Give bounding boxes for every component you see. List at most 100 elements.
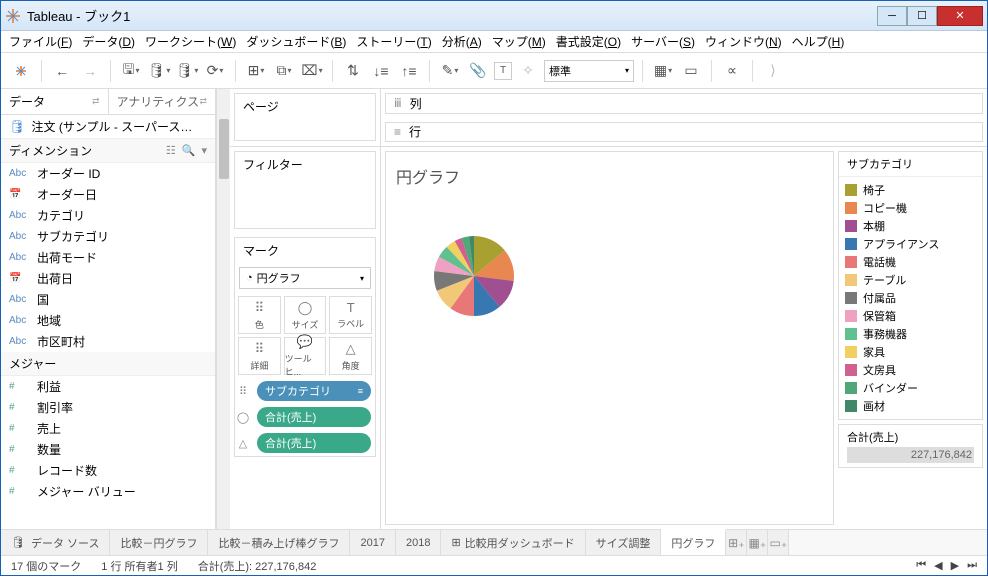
measure-4[interactable]: #レコード数 [1, 460, 215, 481]
measure-0[interactable]: #利益 [1, 376, 215, 397]
group-button[interactable]: 📎 [466, 59, 490, 83]
sheet-tab-4[interactable]: 2018 [396, 530, 441, 555]
menu-icon[interactable]: ▾ [201, 144, 207, 157]
back-button[interactable]: ← [50, 59, 74, 83]
pin-button[interactable]: ✧ [516, 59, 540, 83]
pause-updates-button[interactable]: 🛢▾ [175, 59, 199, 83]
status-nav-next[interactable]: ▶ [951, 559, 959, 572]
measure-2[interactable]: #売上 [1, 418, 215, 439]
pill-menu-icon[interactable]: ≡ [358, 386, 363, 396]
measure-5[interactable]: #メジャー バリュー [1, 481, 215, 502]
data-tab[interactable]: データ⇄ [1, 89, 108, 114]
measure-1[interactable]: #割引率 [1, 397, 215, 418]
sheet-tab-3[interactable]: 2017 [350, 530, 395, 555]
viz-title[interactable]: 円グラフ [394, 160, 825, 196]
swap-button[interactable]: ⇅ [341, 59, 365, 83]
rows-shelf[interactable]: ≡ 行 [385, 122, 983, 143]
highlight-button[interactable]: ✎▾ [438, 59, 462, 83]
marks-label-button[interactable]: T [494, 62, 512, 80]
legend-item-4[interactable]: 電話機 [843, 253, 978, 271]
forward-button[interactable]: → [78, 59, 102, 83]
sheet-tab-2[interactable]: 比較－積み上げ棒グラフ [208, 530, 350, 555]
pill-1[interactable]: 合計(売上) [257, 407, 371, 427]
new-story-icon[interactable]: ▭₊ [768, 530, 789, 555]
dimension-7[interactable]: Abc地域 [1, 310, 215, 331]
legend-item-0[interactable]: 椅子 [843, 181, 978, 199]
columns-shelf[interactable]: ⅲ 列 [385, 93, 983, 114]
maximize-button[interactable]: ☐ [907, 6, 937, 26]
minimize-button[interactable]: ─ [877, 6, 907, 26]
show-me-button[interactable]: ⟩ [761, 59, 785, 83]
legend-list[interactable]: 椅子コピー機本棚アプライアンス電話機テーブル付属品保管箱事務機器家具文房具バイン… [839, 177, 982, 419]
menu-item-2[interactable]: ワークシート(W) [145, 33, 236, 50]
refresh-button[interactable]: ⟳▾ [203, 59, 227, 83]
mark-cell-label[interactable]: Tラベル [329, 296, 372, 334]
pill-0[interactable]: サブカテゴリ≡ [257, 381, 371, 401]
menu-item-4[interactable]: ストーリー(T) [356, 33, 431, 50]
legend-item-2[interactable]: 本棚 [843, 217, 978, 235]
legend-item-10[interactable]: 文房具 [843, 361, 978, 379]
menu-item-5[interactable]: 分析(A) [442, 33, 482, 50]
sheet-tab-7[interactable]: 円グラフ [661, 529, 726, 555]
presentation-mode-button[interactable]: ▭ [679, 59, 703, 83]
clear-button[interactable]: ⌧▾ [300, 59, 324, 83]
dimension-1[interactable]: 📅オーダー日 [1, 184, 215, 205]
fit-select[interactable]: 標準▾ [544, 60, 634, 82]
sheet-tab-5[interactable]: ⊞比較用ダッシュボード [441, 530, 585, 555]
menu-item-8[interactable]: サーバー(S) [631, 33, 695, 50]
legend-item-12[interactable]: 画材 [843, 397, 978, 415]
dimension-4[interactable]: Abc出荷モード [1, 247, 215, 268]
sheet-tab-1[interactable]: 比較－円グラフ [110, 530, 208, 555]
show-cards-button[interactable]: ▦▾ [651, 59, 675, 83]
dimension-8[interactable]: Abc市区町村 [1, 331, 215, 352]
mark-cell-angle[interactable]: △角度 [329, 337, 372, 375]
status-nav-last[interactable]: ⏭ [967, 559, 977, 572]
mark-cell-color[interactable]: ⠿色 [238, 296, 281, 334]
legend-item-7[interactable]: 保管箱 [843, 307, 978, 325]
mark-cell-tooltip[interactable]: 💬ツールヒ... [284, 337, 327, 375]
duplicate-button[interactable]: ⧉▾ [272, 59, 296, 83]
menu-item-7[interactable]: 書式設定(O) [556, 33, 621, 50]
pill-2[interactable]: 合計(売上) [257, 433, 371, 453]
dimension-0[interactable]: Abcオーダー ID [1, 163, 215, 184]
legend-item-5[interactable]: テーブル [843, 271, 978, 289]
search-icon[interactable]: 🔍 [182, 144, 196, 157]
sort-asc-button[interactable]: ↓≡ [369, 59, 393, 83]
datasource-row[interactable]: 🛢 注文 (サンプル - スーパース… [1, 115, 215, 139]
dimension-3[interactable]: Abcサブカテゴリ [1, 226, 215, 247]
legend-item-9[interactable]: 家具 [843, 343, 978, 361]
save-button[interactable]: 🖫▾ [119, 59, 143, 83]
filters-shelf[interactable]: フィルター [234, 151, 376, 229]
share-button[interactable]: ∝ [720, 59, 744, 83]
status-nav-first[interactable]: ⏮ [916, 559, 926, 572]
scrollbar[interactable] [216, 89, 230, 529]
close-button[interactable]: ✕ [937, 6, 983, 26]
pie-chart[interactable] [434, 236, 514, 316]
legend-item-6[interactable]: 付属品 [843, 289, 978, 307]
menu-item-1[interactable]: データ(D) [82, 33, 135, 50]
new-datasource-button[interactable]: 🛢▾ [147, 59, 171, 83]
legend-item-8[interactable]: 事務機器 [843, 325, 978, 343]
legend-item-11[interactable]: バインダー [843, 379, 978, 397]
pages-shelf[interactable]: ページ [234, 93, 376, 141]
menu-item-9[interactable]: ウィンドウ(N) [705, 33, 782, 50]
legend-item-1[interactable]: コピー機 [843, 199, 978, 217]
dimension-5[interactable]: 📅出荷日 [1, 268, 215, 289]
mark-cell-detail[interactable]: ⠿詳細 [238, 337, 281, 375]
mark-cell-size[interactable]: ◯サイズ [284, 296, 327, 334]
menu-item-0[interactable]: ファイル(F) [9, 33, 72, 50]
menu-item-10[interactable]: ヘルプ(H) [792, 33, 845, 50]
legend-item-3[interactable]: アプライアンス [843, 235, 978, 253]
sort-desc-button[interactable]: ↑≡ [397, 59, 421, 83]
visualization-area[interactable]: 円グラフ [385, 151, 834, 525]
menu-item-3[interactable]: ダッシュボード(B) [246, 33, 346, 50]
dimension-6[interactable]: Abc国 [1, 289, 215, 310]
tableau-logo-button[interactable] [9, 59, 33, 83]
status-nav-prev[interactable]: ◀ [934, 559, 942, 572]
mark-type-select[interactable]: ◔円グラフ ▾ [239, 267, 371, 289]
new-dashboard-icon[interactable]: ▦₊ [747, 530, 768, 555]
analytics-tab[interactable]: アナリティクス⇄ [108, 89, 216, 114]
menu-item-6[interactable]: マップ(M) [492, 33, 546, 50]
new-worksheet-icon[interactable]: ⊞₊ [726, 530, 747, 555]
sheet-tab-6[interactable]: サイズ調整 [586, 530, 662, 555]
